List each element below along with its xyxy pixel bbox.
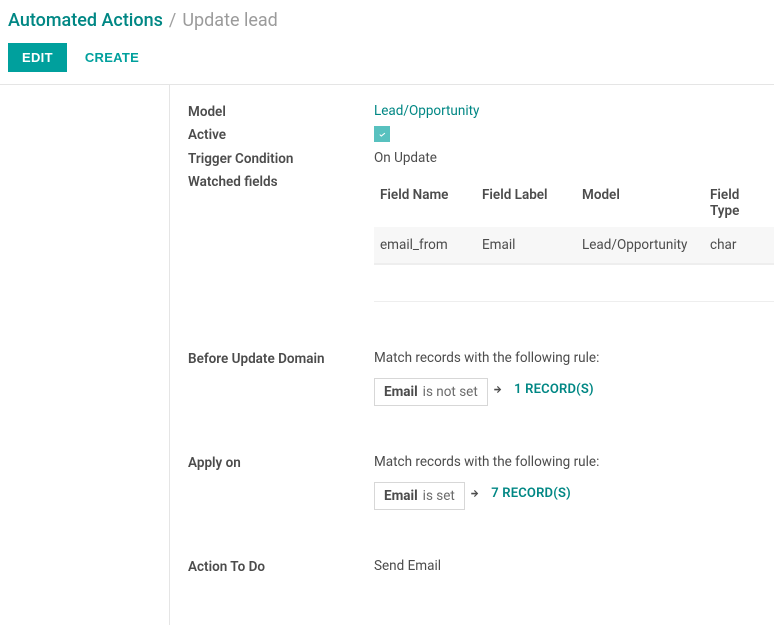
before-domain-operator: is not set <box>423 384 478 400</box>
value-action: Send Email <box>374 558 774 574</box>
breadcrumb-separator: / <box>169 10 176 31</box>
before-domain-records-link[interactable]: 1 RECORD(S) <box>491 382 594 397</box>
create-button[interactable]: CREATE <box>85 50 139 65</box>
before-domain-rule-text: Match records with the following rule: <box>374 350 774 366</box>
value-before-domain: Match records with the following rule: E… <box>374 350 774 424</box>
label-action: Action To Do <box>188 558 374 575</box>
watched-table-header: Field Name Field Label Model Field Type <box>374 177 774 227</box>
row-apply-on: Apply on Match records with the followin… <box>188 454 774 528</box>
apply-on-records-link[interactable]: 7 RECORD(S) <box>468 486 571 501</box>
left-sidebar <box>0 85 170 625</box>
watched-table-blank-row <box>374 264 774 302</box>
apply-on-chip[interactable]: Email is set <box>374 482 465 510</box>
label-watched: Watched fields <box>188 173 374 190</box>
apply-on-records-count: 7 RECORD(S) <box>491 486 571 501</box>
row-trigger: Trigger Condition On Update <box>188 150 774 167</box>
value-apply-on: Match records with the following rule: E… <box>374 454 774 528</box>
label-trigger: Trigger Condition <box>188 150 374 167</box>
cell-field-type: char <box>710 237 768 253</box>
edit-button[interactable]: EDIT <box>8 43 67 72</box>
cell-field-name: email_from <box>380 237 482 253</box>
apply-on-operator: is set <box>423 488 455 504</box>
col-header-model: Model <box>582 187 710 219</box>
breadcrumb-root-link[interactable]: Automated Actions <box>8 10 163 31</box>
label-before-domain: Before Update Domain <box>188 350 374 367</box>
cell-model: Lead/Opportunity <box>582 237 710 253</box>
apply-on-field: Email <box>384 488 418 504</box>
before-domain-records-count: 1 RECORD(S) <box>514 382 594 397</box>
row-before-domain: Before Update Domain Match records with … <box>188 350 774 424</box>
header-bar: Automated Actions / Update lead EDIT CRE… <box>0 0 774 84</box>
form-area: Model Lead/Opportunity Active Trigger Co… <box>170 85 774 625</box>
arrow-right-icon <box>468 487 481 500</box>
label-active: Active <box>188 126 374 143</box>
content-wrap: Model Lead/Opportunity Active Trigger Co… <box>0 85 774 625</box>
col-header-field-label: Field Label <box>482 187 582 219</box>
value-model[interactable]: Lead/Opportunity <box>374 103 774 119</box>
breadcrumb: Automated Actions / Update lead <box>8 10 766 31</box>
cell-field-label: Email <box>482 237 582 253</box>
arrow-right-icon <box>491 383 504 396</box>
row-model: Model Lead/Opportunity <box>188 103 774 120</box>
check-icon <box>377 129 388 140</box>
col-header-field-type: Field Type <box>710 187 768 219</box>
before-domain-chip[interactable]: Email is not set <box>374 378 488 406</box>
value-active <box>374 126 774 144</box>
before-domain-field: Email <box>384 384 418 400</box>
row-active: Active <box>188 126 774 144</box>
apply-on-rule-text: Match records with the following rule: <box>374 454 774 470</box>
label-apply-on: Apply on <box>188 454 374 471</box>
col-header-field-name: Field Name <box>380 187 482 219</box>
toolbar: EDIT CREATE <box>8 43 766 84</box>
row-action: Action To Do Send Email <box>188 558 774 575</box>
label-model: Model <box>188 103 374 120</box>
breadcrumb-current: Update lead <box>182 10 277 31</box>
value-trigger: On Update <box>374 150 774 166</box>
watched-fields-table: Field Name Field Label Model Field Type … <box>374 177 774 302</box>
row-watched: Watched fields Field Name Field Label Mo… <box>188 173 774 302</box>
active-checkbox[interactable] <box>374 126 390 142</box>
watched-table-row[interactable]: email_from Email Lead/Opportunity char <box>374 227 774 264</box>
